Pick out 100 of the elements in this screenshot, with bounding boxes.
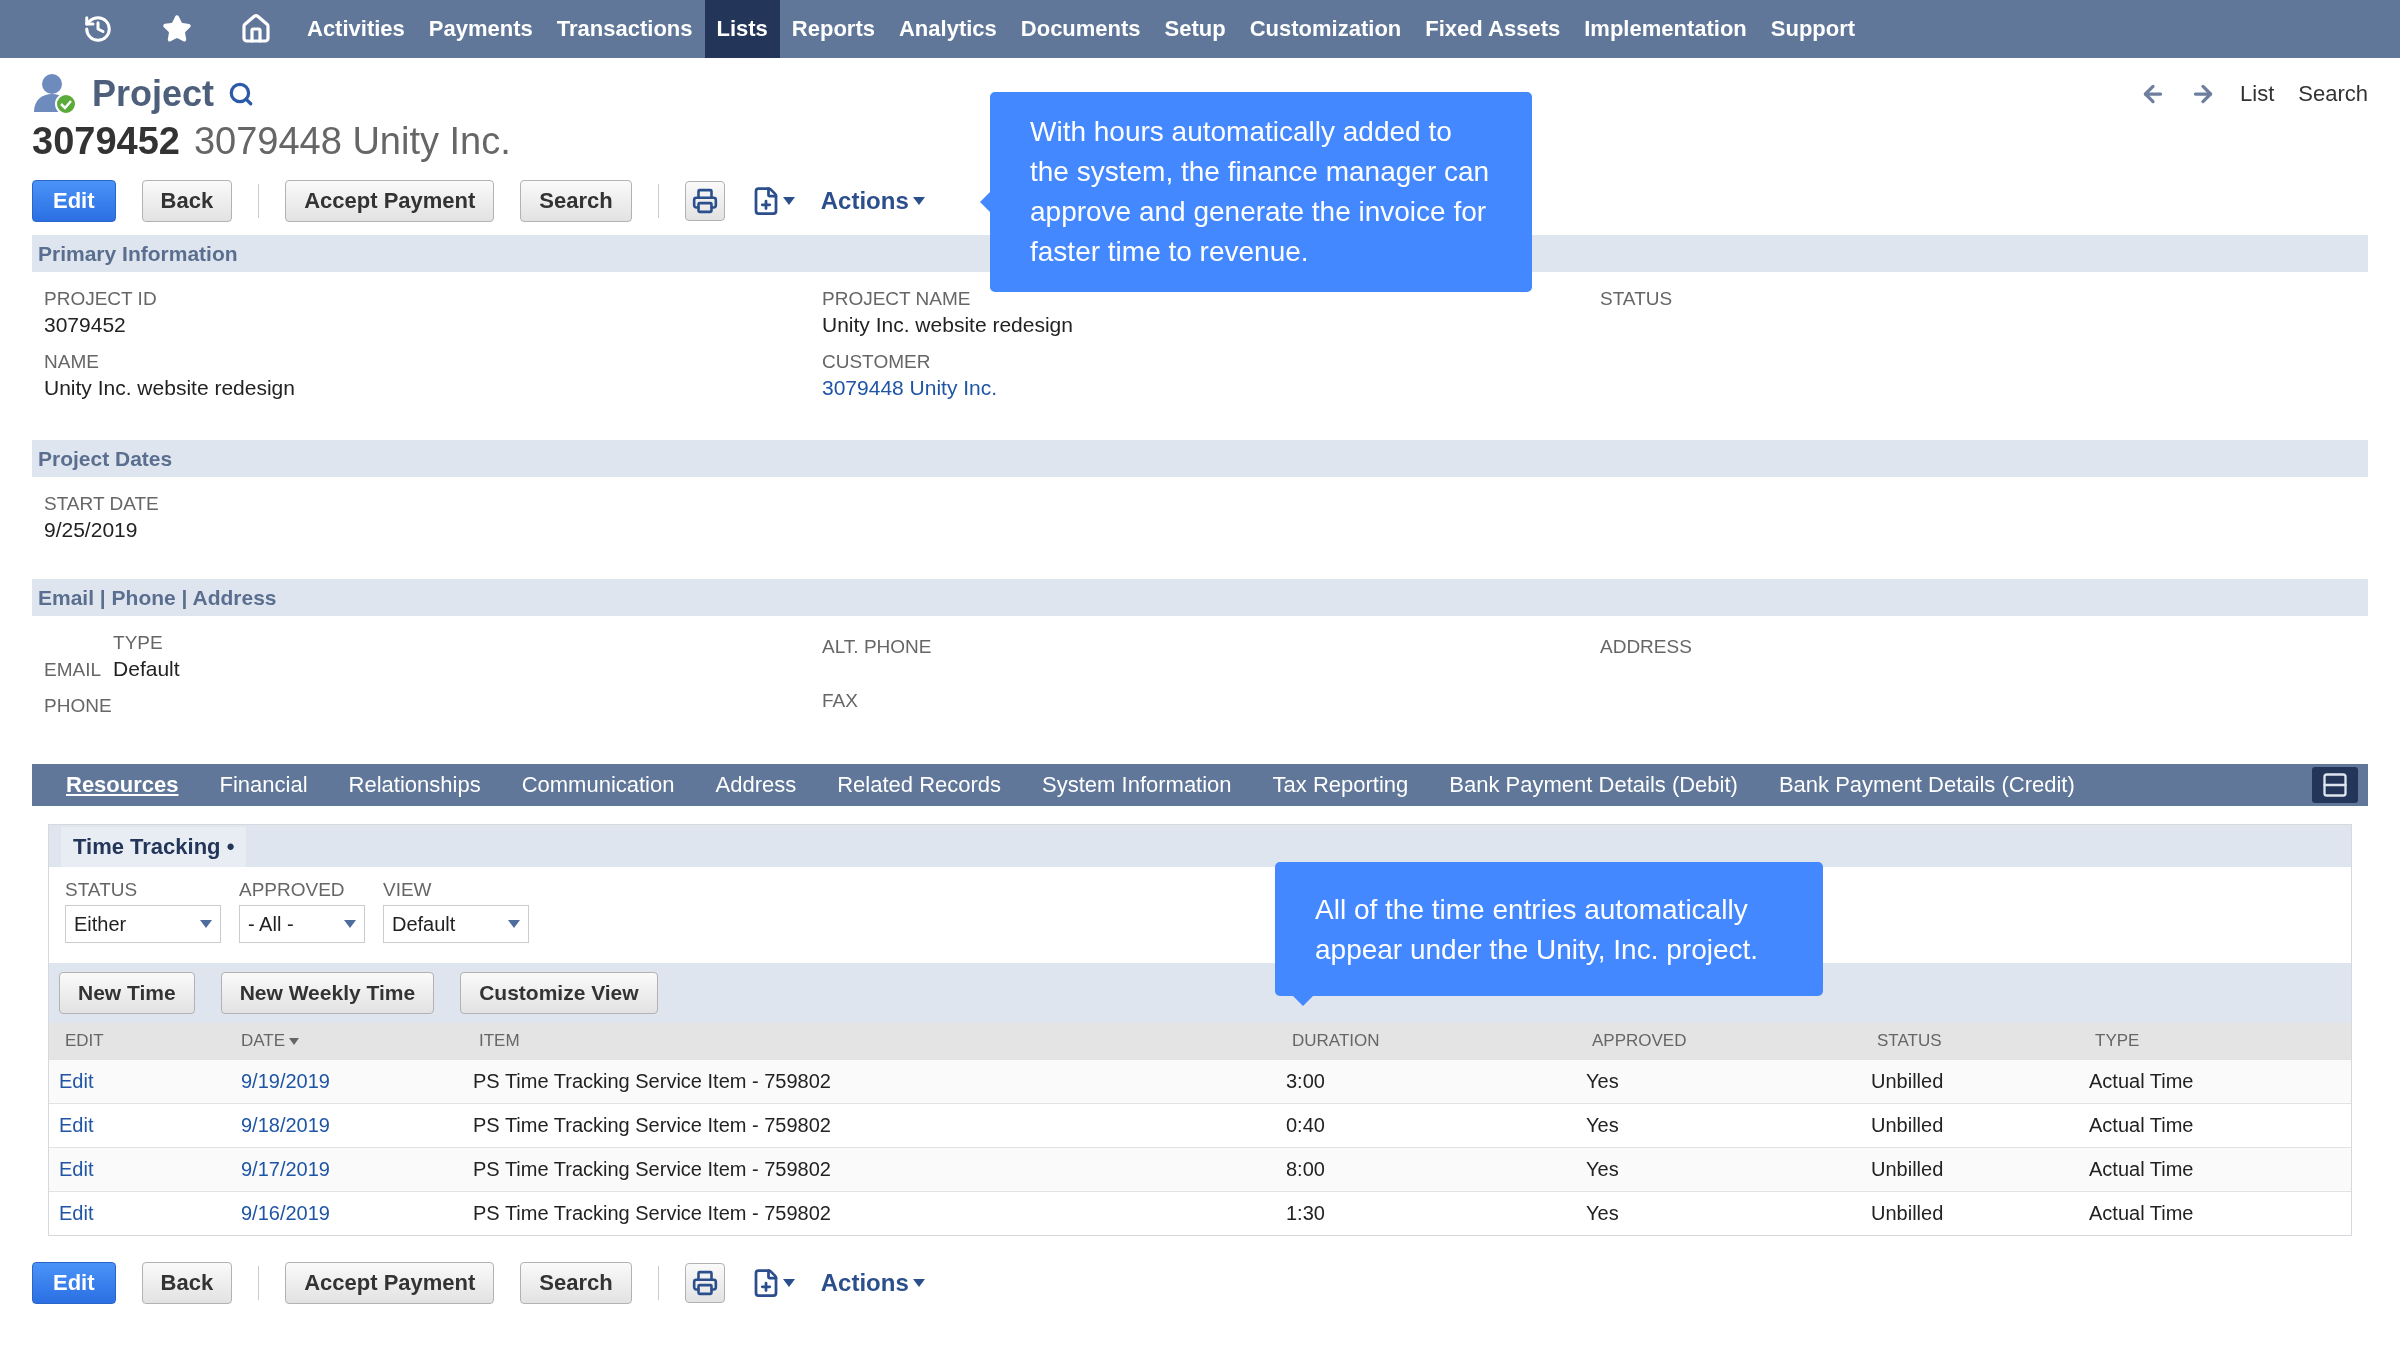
subtab[interactable]: System Information — [1028, 772, 1246, 798]
edit-link[interactable]: Edit — [59, 1202, 94, 1225]
star-icon — [161, 14, 192, 44]
date-link[interactable]: 9/18/2019 — [241, 1114, 330, 1137]
edit-link[interactable]: Edit — [59, 1158, 94, 1181]
subtab[interactable]: Related Records — [823, 772, 1016, 798]
nav-menu-item[interactable]: Activities — [295, 0, 417, 58]
subtab[interactable]: Tax Reporting — [1258, 772, 1423, 798]
filter-label: APPROVED — [239, 879, 346, 901]
column-header[interactable]: EDIT — [49, 1023, 225, 1059]
subtab[interactable]: Address — [701, 772, 811, 798]
header-link[interactable]: Search — [2298, 81, 2368, 107]
toolbar-button[interactable]: Search — [520, 180, 632, 222]
field-label: PHONE — [44, 695, 113, 717]
field-label: TYPE — [113, 632, 164, 654]
column-header[interactable]: DURATION — [1276, 1023, 1576, 1059]
actions-menu[interactable]: Actions — [820, 187, 925, 215]
subtab[interactable]: Communication — [507, 772, 689, 798]
search-icon[interactable] — [228, 81, 255, 107]
subtab[interactable]: Financial — [205, 772, 322, 798]
sublist-button[interactable]: New Time — [59, 972, 195, 1014]
printer-icon — [691, 188, 718, 214]
nav-menu-item[interactable]: Customization — [1237, 0, 1414, 58]
field-label: ALT. PHONE — [822, 636, 933, 658]
table-cell: Yes — [1576, 1059, 1861, 1103]
nav-menu-item[interactable]: Setup — [1152, 0, 1238, 58]
table-cell: PS Time Tracking Service Item - 759802 — [463, 1059, 1276, 1103]
record-name: 3079448 Unity Inc. — [193, 120, 511, 163]
field-value: 3079452 — [44, 313, 127, 337]
sublist-button[interactable]: New Weekly Time — [220, 972, 435, 1014]
filter-label: VIEW — [383, 879, 433, 901]
table-cell: Actual Time — [2079, 1147, 2351, 1191]
date-link[interactable]: 9/16/2019 — [241, 1202, 330, 1225]
person-check-icon — [32, 72, 78, 116]
field-value: Default — [113, 657, 180, 681]
caret-icon — [912, 197, 925, 205]
edit-button[interactable]: Edit — [32, 180, 116, 222]
section-header: Email | Phone | Address — [32, 579, 2368, 616]
toolbar-button[interactable]: Back — [141, 180, 233, 222]
layout-toggle-button[interactable] — [2312, 767, 2358, 803]
subtab[interactable]: Bank Payment Details (Credit) — [1764, 772, 2089, 798]
toolbar-button[interactable]: Search — [520, 1262, 632, 1304]
actions-menu[interactable]: Actions — [820, 1269, 925, 1297]
filter-dropdown[interactable]: Either — [65, 905, 221, 943]
date-link[interactable]: 9/17/2019 — [241, 1158, 330, 1181]
subtab[interactable]: Resources — [52, 772, 193, 798]
field-link[interactable]: 3079448 Unity Inc. — [822, 376, 1600, 400]
toolbar-button[interactable]: Accept Payment — [285, 180, 495, 222]
field-value: 9/25/2019 — [44, 518, 139, 542]
column-header[interactable]: STATUS — [1861, 1023, 2079, 1059]
nav-menu-item[interactable]: Payments — [416, 0, 545, 58]
nav-menu-item[interactable]: Documents — [1008, 0, 1153, 58]
edit-button[interactable]: Edit — [32, 1262, 116, 1304]
print-button[interactable] — [684, 1263, 725, 1303]
caret-icon — [782, 197, 795, 205]
column-header[interactable]: DATE — [225, 1023, 463, 1059]
table-cell: PS Time Tracking Service Item - 759802 — [463, 1147, 1276, 1191]
sublist-button[interactable]: Customize View — [460, 972, 658, 1014]
filter-dropdown[interactable]: - All - — [239, 905, 365, 943]
table-cell: Unbilled — [1861, 1147, 2079, 1191]
edit-link[interactable]: Edit — [59, 1114, 94, 1137]
filter-label: STATUS — [65, 879, 139, 901]
table-cell: 3:00 — [1276, 1059, 1576, 1103]
subtab[interactable]: Bank Payment Details (Debit) — [1435, 772, 1752, 798]
nav-menu-item[interactable]: Reports — [779, 0, 887, 58]
subtab[interactable]: Relationships — [334, 772, 495, 798]
column-header[interactable]: APPROVED — [1576, 1023, 1861, 1059]
callout-tooltip: With hours automatically added to the system, the finance manager can approve and generate the invoice for faster time to revenue. — [990, 92, 1532, 292]
column-header[interactable]: ITEM — [463, 1023, 1276, 1059]
date-link[interactable]: 9/19/2019 — [241, 1070, 330, 1093]
history-icon — [82, 14, 113, 44]
nav-menu-item[interactable]: Implementation — [1572, 0, 1759, 58]
print-button[interactable] — [684, 181, 725, 221]
field-label: FAX — [822, 690, 859, 712]
field-label: CUSTOMER — [822, 351, 932, 373]
field-value: Unity Inc. website redesign — [822, 313, 1074, 337]
toolbar-button[interactable]: Accept Payment — [285, 1262, 495, 1304]
record-type-title: Project — [92, 73, 215, 115]
filter-dropdown[interactable]: Default — [383, 905, 529, 943]
edit-link[interactable]: Edit — [59, 1070, 94, 1093]
dropdown-caret-icon — [508, 920, 520, 928]
dropdown-caret-icon — [200, 920, 212, 928]
header-link[interactable]: List — [2240, 81, 2275, 107]
section-header: Project Dates — [32, 440, 2368, 477]
nav-menu-item[interactable]: Lists — [704, 0, 780, 58]
field-label: PROJECT NAME — [822, 288, 972, 310]
nav-menu-item[interactable]: Analytics — [887, 0, 1009, 58]
table-cell: Yes — [1576, 1147, 1861, 1191]
table-cell: 8:00 — [1276, 1147, 1576, 1191]
nav-menu-item[interactable]: Fixed Assets — [1413, 0, 1573, 58]
field-label: STATUS — [1600, 288, 1674, 310]
nav-menu-item[interactable]: Transactions — [544, 0, 705, 58]
field-label: START DATE — [44, 493, 160, 515]
table-cell: Actual Time — [2079, 1059, 2351, 1103]
toolbar-button[interactable]: Back — [141, 1262, 233, 1304]
time-tracking-tab[interactable]: Time Tracking • — [61, 827, 247, 867]
column-header[interactable]: TYPE — [2079, 1023, 2351, 1059]
nav-menu-item[interactable]: Support — [1758, 0, 1868, 58]
caret-icon — [912, 1279, 925, 1287]
field-label: PROJECT ID — [44, 288, 158, 310]
